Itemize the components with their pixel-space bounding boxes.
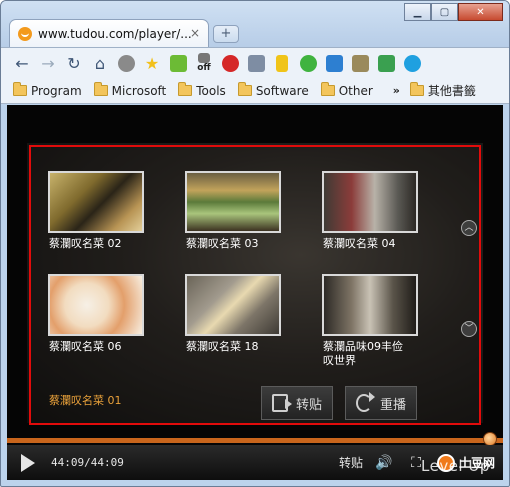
progress-bar[interactable] xyxy=(7,438,503,443)
folder-icon xyxy=(93,82,108,96)
bookmark-label: Microsoft xyxy=(111,83,167,98)
tudou-favicon-icon xyxy=(18,26,32,41)
extension-page-icon[interactable] xyxy=(243,50,269,76)
bookmark-star-icon[interactable]: ★ xyxy=(139,50,165,76)
control-repost-button[interactable]: 转贴 xyxy=(339,454,363,471)
extension-rss-icon[interactable] xyxy=(113,50,139,76)
extension-off-icon[interactable]: off xyxy=(191,50,217,76)
extension-phone-icon[interactable] xyxy=(269,50,295,76)
folder-icon xyxy=(178,82,193,96)
bookmark-folder-program[interactable]: Program xyxy=(13,82,82,98)
play-icon xyxy=(21,453,35,472)
extension-green-check-icon[interactable] xyxy=(295,50,321,76)
window-controls: ▁ ▢ ✕ xyxy=(404,3,503,21)
other-bookmarks-folder[interactable]: 其他書籤 xyxy=(409,82,476,99)
bookmark-folder-other[interactable]: Other xyxy=(320,82,373,98)
close-window-button[interactable]: ✕ xyxy=(458,3,503,21)
title-bar: www.tudou.com/player/... × + ▁ ▢ ✕ xyxy=(1,1,509,47)
close-tab-icon[interactable]: × xyxy=(190,26,200,40)
reload-button[interactable]: ↻ xyxy=(61,50,87,76)
maximize-button[interactable]: ▢ xyxy=(431,3,458,21)
volume-icon[interactable]: 🔊 xyxy=(373,454,395,472)
bookmark-label: Software xyxy=(255,83,309,98)
extension-swirl-icon[interactable] xyxy=(217,50,243,76)
back-button[interactable]: ← xyxy=(9,50,35,76)
new-tab-button[interactable]: + xyxy=(213,25,239,43)
extension-m-icon[interactable] xyxy=(373,50,399,76)
tab-title: www.tudou.com/player/... xyxy=(38,26,192,41)
forward-button[interactable]: → xyxy=(35,50,61,76)
bookmark-folder-software[interactable]: Software xyxy=(237,82,309,98)
time-display: 44:09/44:09 xyxy=(51,456,124,469)
play-button[interactable] xyxy=(11,448,45,478)
extension-check-icon[interactable] xyxy=(165,50,191,76)
watermark-text: Level Up xyxy=(421,457,490,475)
bookmark-label: Tools xyxy=(196,83,226,98)
home-button[interactable]: ⌂ xyxy=(87,50,113,76)
bookmark-folder-microsoft[interactable]: Microsoft xyxy=(93,82,167,98)
extension-tag-icon[interactable] xyxy=(347,50,373,76)
folder-icon xyxy=(320,82,335,96)
highlight-annotation-box xyxy=(29,145,481,425)
bookmarks-overflow-icon[interactable]: » xyxy=(393,84,400,97)
bookmark-label: Program xyxy=(31,83,82,98)
progress-knob[interactable] xyxy=(483,432,497,446)
extension-off-label: off xyxy=(197,63,211,73)
video-player[interactable]: 蔡瀾叹名菜 02 蔡瀾叹名菜 03 蔡瀾叹名菜 04 蔡瀾叹名菜 06 蔡瀾叹名… xyxy=(7,105,503,480)
browser-tab[interactable]: www.tudou.com/player/... × xyxy=(9,19,209,47)
extension-ie-icon[interactable] xyxy=(321,50,347,76)
browser-toolbar: ← → ↻ ⌂ ★ off xyxy=(1,47,509,78)
other-bookmarks-label: 其他書籤 xyxy=(427,84,476,98)
bookmark-folder-tools[interactable]: Tools xyxy=(178,82,226,98)
bookmarks-bar: Program Microsoft Tools Software Other »… xyxy=(1,78,509,104)
minimize-button[interactable]: ▁ xyxy=(404,3,431,21)
bookmark-label: Other xyxy=(338,83,373,98)
folder-icon xyxy=(237,82,252,96)
extension-skype-icon[interactable] xyxy=(399,50,425,76)
browser-window: www.tudou.com/player/... × + ▁ ▢ ✕ ← → ↻… xyxy=(0,0,510,487)
folder-icon xyxy=(409,82,424,96)
folder-icon xyxy=(13,82,27,96)
